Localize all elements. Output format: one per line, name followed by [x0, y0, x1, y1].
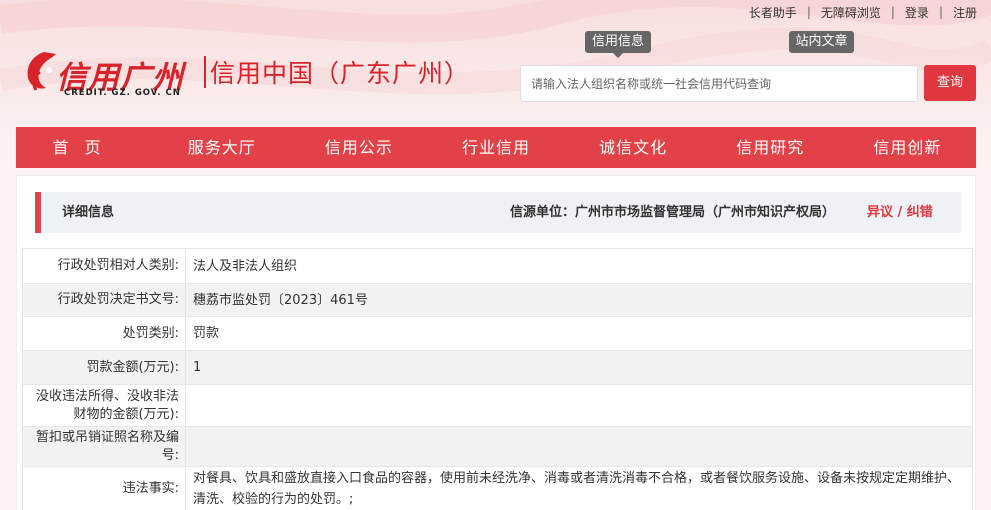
search-button[interactable]: 查询	[924, 65, 976, 101]
table-row: 违法事实: 对餐具、饮具和盛放直接入口食品的容器，使用前未经洗净、消毒或者清洗消…	[22, 466, 973, 510]
main-nav: 首页 服务大厅 信用公示 行业信用 诚信文化 信用研究 信用创新	[16, 127, 976, 168]
objection-link[interactable]: 异议 / 纠错	[867, 192, 933, 233]
nav-item-credit-research[interactable]: 信用研究	[702, 127, 839, 168]
row-label: 处罚类别:	[22, 316, 186, 351]
nav-item-home[interactable]: 首页	[16, 127, 153, 168]
search-box	[520, 65, 918, 102]
tab-site-articles[interactable]: 站内文章	[789, 31, 854, 53]
row-label: 违法事实:	[22, 466, 186, 510]
table-row: 行政处罚决定书文号: 穗荔市监处罚〔2023〕461号	[22, 283, 973, 317]
nav-item-credit-innovation[interactable]: 信用创新	[839, 127, 976, 168]
row-value: 1	[185, 350, 973, 385]
tab-credit-info[interactable]: 信用信息	[585, 31, 651, 58]
table-row: 罚款金额(万元): 1	[22, 350, 973, 385]
header-accent-bar	[35, 192, 41, 233]
row-value: 穗荔市监处罚〔2023〕461号	[185, 283, 973, 317]
detail-header: 详细信息 信源单位：广州市市场监督管理局（广州市知识产权局） 异议 / 纠错	[35, 192, 961, 233]
detail-panel: 详细信息 信源单位：广州市市场监督管理局（广州市知识产权局） 异议 / 纠错 行…	[16, 175, 976, 510]
detail-title: 详细信息	[62, 205, 115, 220]
table-row: 暂扣或吊销证照名称及编号:	[22, 426, 973, 467]
row-label: 行政处罚相对人类别:	[22, 248, 186, 284]
search-input[interactable]	[521, 66, 917, 101]
row-value: 法人及非法人组织	[185, 248, 973, 284]
logo-divider	[204, 56, 206, 88]
source-unit: 信源单位：广州市市场监督管理局（广州市知识产权局）	[510, 205, 836, 220]
logo-domain-text: CREDIT. GZ. GOV. CN	[64, 88, 181, 98]
elder-assistant-link[interactable]: 长者助手	[739, 4, 807, 21]
login-link[interactable]: 登录	[895, 4, 939, 21]
row-value	[185, 384, 973, 427]
logo-sub-text: 信用中国（广东广州）	[210, 59, 471, 88]
row-value: 对餐具、饮具和盛放直接入口食品的容器，使用前未经洗净、消毒或者清洗消毒不合格，或…	[185, 466, 973, 510]
table-row: 处罚类别: 罚款	[22, 316, 973, 351]
nav-item-service-hall[interactable]: 服务大厅	[153, 127, 290, 168]
row-label: 行政处罚决定书文号:	[22, 283, 186, 317]
row-label: 没收违法所得、没收非法财物的金额(万元):	[22, 384, 186, 427]
register-link[interactable]: 注册	[943, 4, 977, 21]
row-value: 罚款	[185, 316, 973, 351]
nav-item-integrity-culture[interactable]: 诚信文化	[565, 127, 702, 168]
site-logo[interactable]: 信用广州 信用中国（广东广州） CREDIT. GZ. GOV. CN	[22, 48, 469, 104]
row-label: 暂扣或吊销证照名称及编号:	[22, 426, 186, 467]
top-links: 长者助手 | 无障碍浏览 | 登录 | 注册	[739, 4, 977, 20]
nav-item-credit-public[interactable]: 信用公示	[290, 127, 427, 168]
nav-item-industry-credit[interactable]: 行业信用	[427, 127, 564, 168]
table-row: 行政处罚相对人类别: 法人及非法人组织	[22, 248, 973, 284]
row-label: 罚款金额(万元):	[22, 350, 186, 385]
detail-table: 行政处罚相对人类别: 法人及非法人组织 行政处罚决定书文号: 穗荔市监处罚〔20…	[22, 248, 973, 510]
accessibility-link[interactable]: 无障碍浏览	[811, 4, 891, 21]
table-row: 没收违法所得、没收非法财物的金额(万元):	[22, 384, 973, 427]
row-value	[185, 426, 973, 467]
